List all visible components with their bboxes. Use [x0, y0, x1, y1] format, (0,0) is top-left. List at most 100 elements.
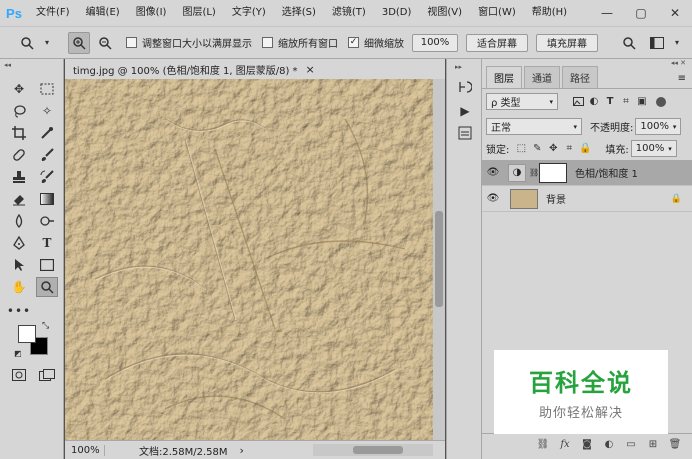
actions-panel-icon[interactable]: ▶	[455, 101, 475, 121]
resize-windows-checkbox[interactable]	[126, 37, 137, 48]
minimize-button[interactable]: —	[590, 0, 624, 26]
zoom-all-option[interactable]: 缩放所有窗口	[262, 35, 338, 50]
filter-toggle-icon[interactable]	[656, 96, 666, 107]
path-select-icon[interactable]	[8, 255, 30, 275]
filter-type-icon[interactable]: T	[602, 94, 618, 110]
horizontal-scrollbar[interactable]	[313, 444, 433, 456]
lock-transparent-icon[interactable]: ⬚	[513, 141, 529, 157]
workspace-chevron-icon[interactable]: ▾	[672, 32, 682, 54]
default-colors-icon[interactable]: ◩	[14, 349, 22, 358]
menu-help[interactable]: 帮助(H)	[524, 0, 575, 26]
filter-shape-icon[interactable]: ⌗	[618, 94, 634, 110]
stamp-icon[interactable]	[8, 167, 30, 187]
zoom-value-field[interactable]: 100%	[412, 33, 458, 52]
lock-position-icon[interactable]: ✥	[545, 141, 561, 157]
magic-wand-icon[interactable]: ✧	[36, 101, 58, 121]
collapse-arrows-icon[interactable]: ◂◂	[4, 61, 11, 69]
layer-row-background[interactable]: 👁 背景 🔒	[482, 186, 692, 212]
scrubby-zoom-checkbox[interactable]: ✓	[348, 37, 359, 48]
menu-layer[interactable]: 图层(L)	[174, 0, 223, 26]
tab-channels[interactable]: 通道	[524, 66, 560, 88]
close-button[interactable]: ✕	[658, 0, 692, 26]
scrubby-zoom-option[interactable]: ✓ 细微缩放	[348, 35, 404, 50]
menu-file[interactable]: 文件(F)	[28, 0, 78, 26]
layer-row-hue-saturation[interactable]: 👁 ◑ ⛓ 色相/饱和度 1	[482, 160, 692, 186]
fill-field[interactable]: 100% ▾	[630, 140, 677, 157]
eye-icon[interactable]: 👁	[482, 193, 504, 204]
zoom-icon[interactable]	[36, 277, 58, 297]
menu-window[interactable]: 窗口(W)	[470, 0, 524, 26]
fill-screen-button[interactable]: 填充屏幕	[536, 33, 598, 52]
menu-view[interactable]: 视图(V)	[419, 0, 470, 26]
tab-layers[interactable]: 图层	[486, 66, 522, 88]
shape-icon[interactable]	[36, 255, 58, 275]
search-icon[interactable]	[618, 32, 640, 54]
dodge-icon[interactable]	[36, 211, 58, 231]
foreground-color-swatch-top[interactable]	[18, 325, 36, 343]
document-tab[interactable]: timg.jpg @ 100% (色相/饱和度 1, 图层蒙版/8) * ×	[65, 59, 445, 79]
vertical-scrollbar[interactable]	[433, 79, 445, 440]
layer-comps-icon[interactable]	[455, 123, 475, 143]
eyedropper-icon[interactable]	[36, 123, 58, 143]
menu-edit[interactable]: 编辑(E)	[78, 0, 128, 26]
zoom-all-checkbox[interactable]	[262, 37, 273, 48]
screen-mode-icon[interactable]	[36, 365, 58, 385]
close-tab-icon[interactable]: ×	[306, 63, 315, 76]
trash-icon[interactable]: 🗑	[664, 436, 686, 454]
add-mask-icon[interactable]: ◙	[576, 436, 598, 454]
healing-icon[interactable]	[8, 145, 30, 165]
horizontal-scrollbar-thumb[interactable]	[353, 446, 403, 454]
swap-colors-icon[interactable]: ⤡	[42, 321, 49, 331]
move-icon[interactable]: ✥	[8, 79, 30, 99]
panel-collapse-icon[interactable]: ◂◂ ✕	[671, 59, 686, 67]
new-layer-icon[interactable]: ⊞	[642, 436, 664, 454]
new-adjustment-icon[interactable]: ◐	[598, 436, 620, 454]
marquee-icon[interactable]	[36, 79, 58, 99]
filter-pixel-icon[interactable]	[570, 94, 586, 110]
history-panel-icon[interactable]	[455, 77, 475, 97]
zoom-tool-preset-icon[interactable]	[16, 32, 38, 54]
pen-icon[interactable]	[8, 233, 30, 253]
blur-icon[interactable]	[8, 211, 30, 231]
fx-icon[interactable]: fx	[554, 436, 576, 454]
crop-icon[interactable]	[8, 123, 30, 143]
resize-windows-option[interactable]: 调整窗口大小以满屏显示	[126, 35, 252, 50]
history-brush-icon[interactable]	[36, 167, 58, 187]
eraser-icon[interactable]	[8, 189, 30, 209]
more-tools-icon[interactable]: •••	[7, 301, 30, 321]
menu-3d[interactable]: 3D(D)	[374, 0, 420, 26]
type-icon[interactable]: T	[36, 233, 58, 253]
lock-artboard-icon[interactable]: ⌗	[561, 141, 577, 157]
filter-adjustment-icon[interactable]: ◐	[586, 94, 602, 110]
filter-smart-icon[interactable]: ▣	[634, 94, 650, 110]
panel-menu-icon[interactable]: ≡	[678, 73, 686, 84]
zoom-level[interactable]: 100%	[65, 444, 105, 456]
zoom-out-icon[interactable]	[94, 32, 116, 54]
image-canvas[interactable]	[65, 79, 433, 440]
workspace-icon[interactable]	[646, 32, 668, 54]
opacity-field[interactable]: 100% ▾	[635, 118, 682, 135]
quick-mask-icon[interactable]	[8, 365, 30, 385]
zoom-in-icon[interactable]	[68, 31, 90, 54]
menu-image[interactable]: 图像(I)	[128, 0, 175, 26]
blend-mode-select[interactable]: 正常 ▾	[486, 118, 582, 135]
layer-name[interactable]: 色相/饱和度 1	[575, 165, 638, 180]
lock-pixels-icon[interactable]: ✎	[529, 141, 545, 157]
new-group-icon[interactable]: ▭	[620, 436, 642, 454]
brush-icon[interactable]	[36, 145, 58, 165]
status-menu-arrow-icon[interactable]: ›	[240, 444, 244, 457]
dock-collapse-icon[interactable]: ▸▸	[455, 63, 462, 71]
gradient-icon[interactable]	[36, 189, 58, 209]
fit-screen-button[interactable]: 适合屏幕	[466, 33, 528, 52]
menu-filter[interactable]: 滤镜(T)	[324, 0, 374, 26]
filter-kind-select[interactable]: ρ 类型 ▾	[486, 93, 558, 110]
lasso-icon[interactable]	[8, 101, 30, 121]
eye-icon[interactable]: 👁	[482, 167, 504, 178]
tab-paths[interactable]: 路径	[562, 66, 598, 88]
layer-name[interactable]: 背景	[546, 191, 566, 206]
menu-type[interactable]: 文字(Y)	[224, 0, 274, 26]
restore-button[interactable]: ▢	[624, 0, 658, 26]
hand-icon[interactable]: ✋	[8, 277, 30, 297]
lock-all-icon[interactable]: 🔒	[577, 141, 593, 157]
layer-mask-thumbnail[interactable]	[539, 162, 567, 183]
